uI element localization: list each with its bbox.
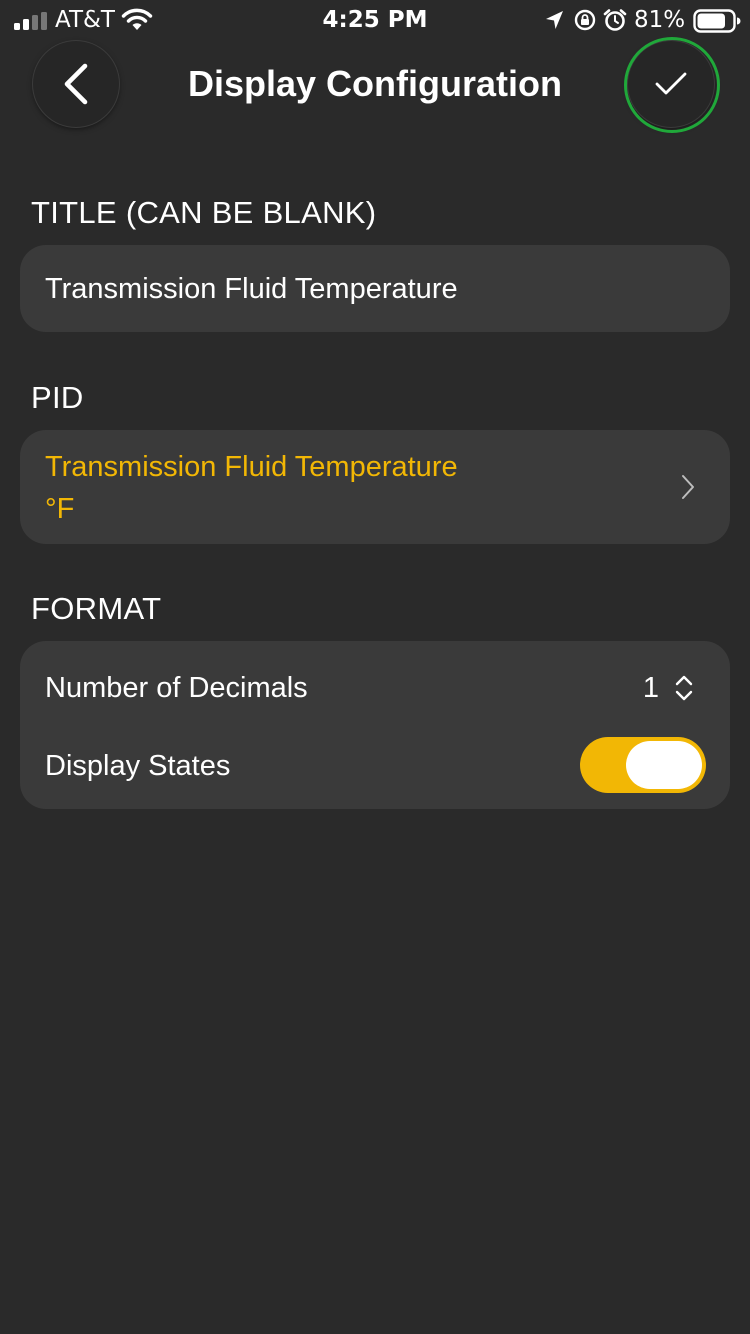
up-down-chevron-icon[interactable] [674,674,694,702]
pid-section-label: PID [31,380,84,415]
display-states-label: Display States [45,750,231,782]
checkmark-icon [655,72,687,95]
status-bar: AT&T 4:25 PM 81% [0,0,750,40]
decimals-value[interactable]: 1 [643,668,659,708]
alarm-icon [603,9,627,31]
back-button[interactable] [33,41,119,127]
pid-selector[interactable]: Transmission Fluid Temperature °F [20,430,730,544]
chevron-right-icon [682,475,694,499]
format-section-label: FORMAT [31,591,162,626]
title-field[interactable]: Transmission Fluid Temperature [20,245,730,332]
confirm-button[interactable] [628,41,714,127]
toggle-knob [626,741,702,789]
title-field-value: Transmission Fluid Temperature [45,273,458,305]
pid-name: Transmission Fluid Temperature [45,451,458,483]
page-title: Display Configuration [187,63,562,104]
battery-icon [693,9,741,33]
title-section-label: TITLE (CAN BE BLANK) [31,195,377,230]
chevron-left-icon [64,63,88,105]
battery-percent: 81% [634,7,686,33]
rotation-lock-icon [574,9,596,31]
display-states-toggle[interactable] [580,737,706,793]
decimals-label: Number of Decimals [45,672,308,704]
location-arrow-icon [546,11,563,29]
format-card: Number of Decimals 1 Display States [20,641,730,809]
pid-unit: °F [45,493,75,525]
